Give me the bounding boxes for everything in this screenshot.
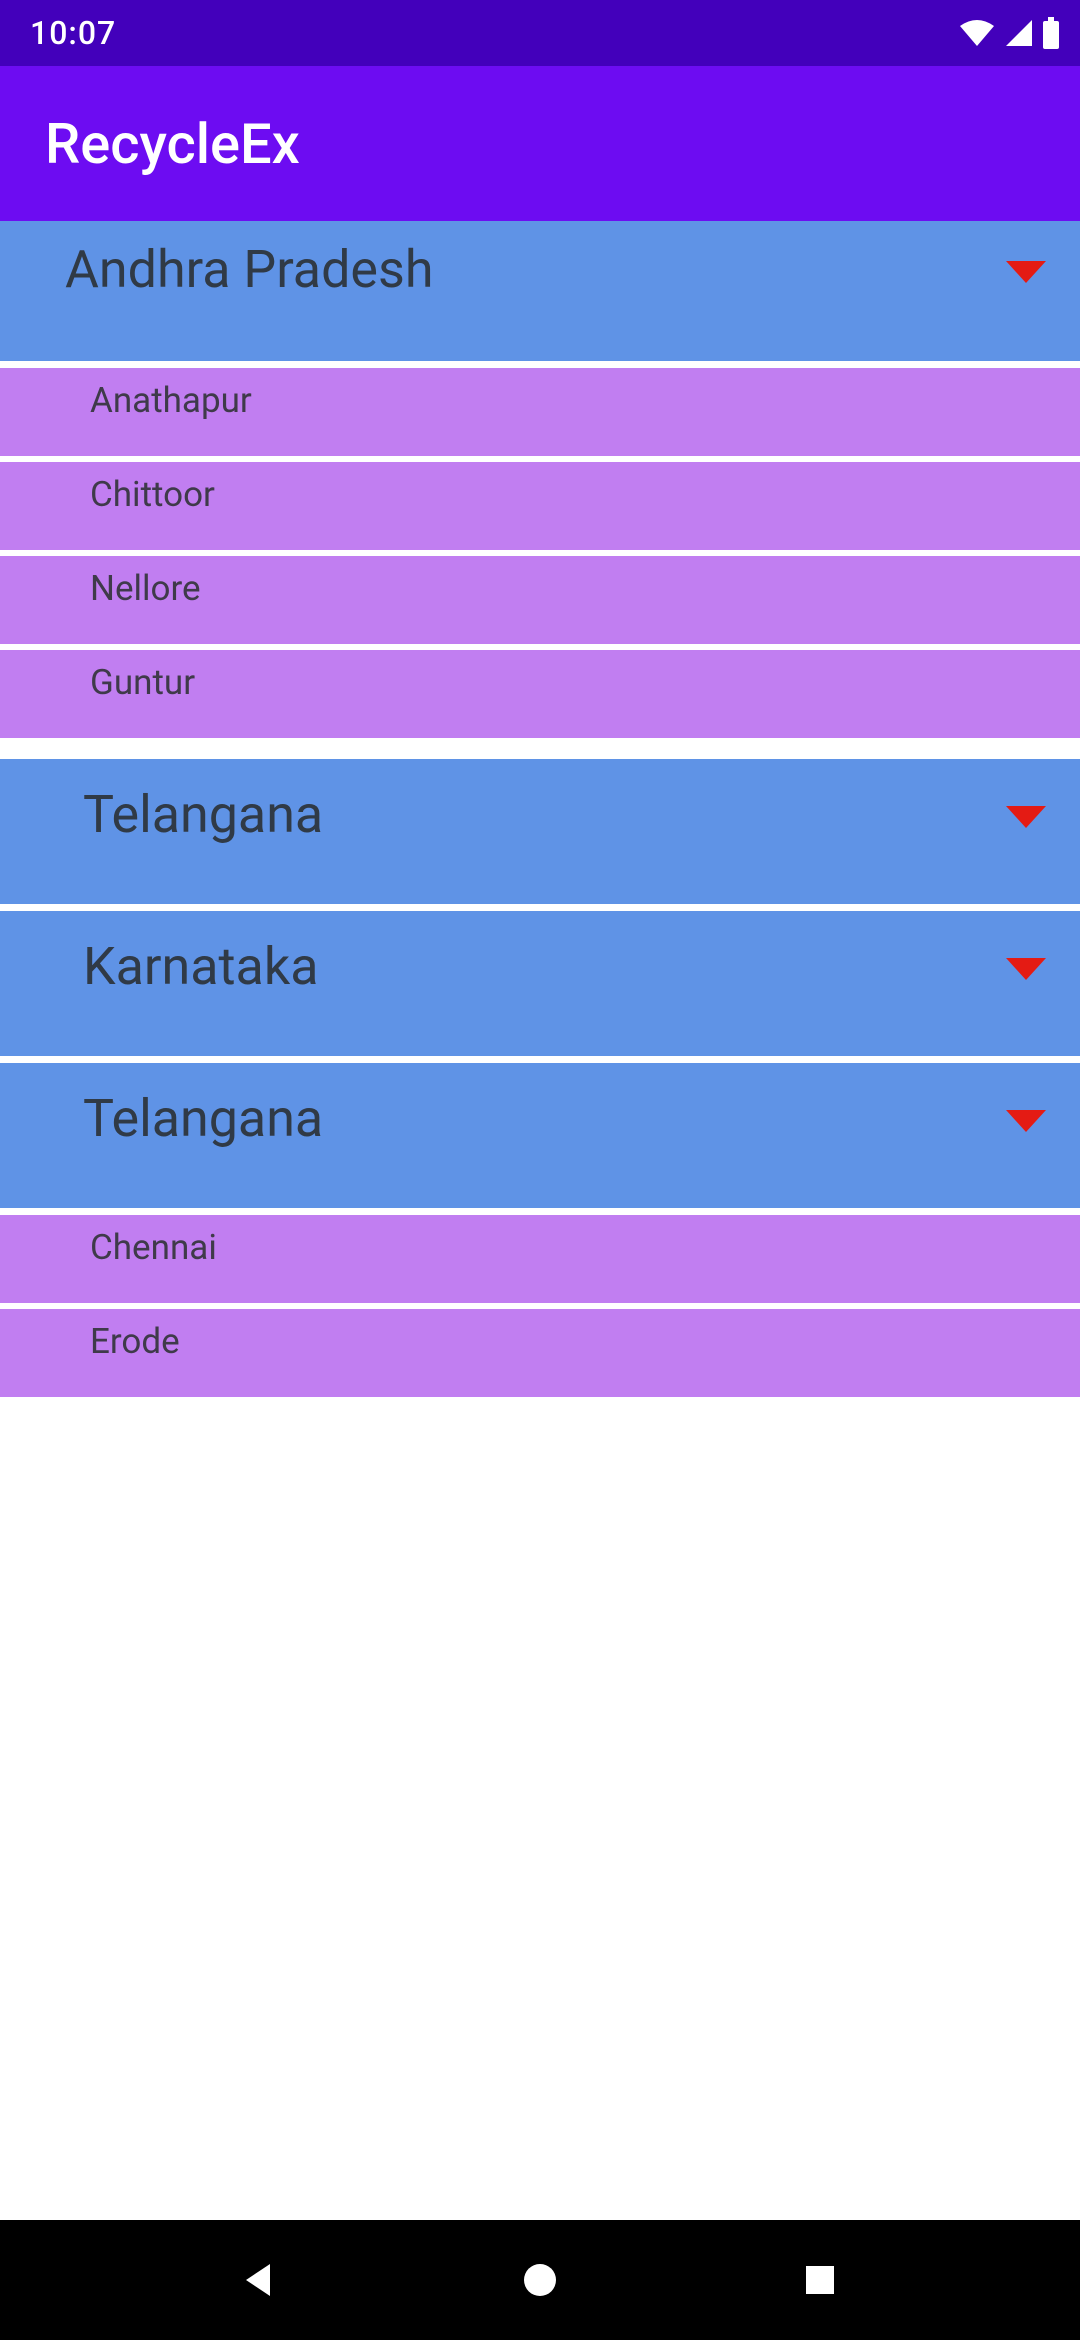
chevron-down-icon [1006,1110,1046,1132]
chevron-down-icon [1006,958,1046,980]
child-item-anathapur[interactable]: Anathapur [0,368,1080,456]
status-bar: 10:07 [0,0,1080,66]
child-item-nellore[interactable]: Nellore [0,556,1080,644]
wifi-icon [958,18,996,48]
group-title: Telangana [83,784,323,845]
group-title: Telangana [83,1088,323,1149]
nav-bar [0,2220,1080,2340]
status-icons [958,17,1060,49]
group-title: Andhra Pradesh [65,239,433,300]
status-time: 10:07 [30,14,116,52]
child-item-chittoor[interactable]: Chittoor [0,462,1080,550]
group-header-telangana-1[interactable]: Telangana [0,759,1080,904]
back-icon [240,2260,280,2300]
nav-home-button[interactable] [510,2250,570,2310]
home-icon [520,2260,560,2300]
child-label: Chittoor [90,474,1080,515]
app-bar: RecycleEx [0,66,1080,221]
group-header-andhra-pradesh[interactable]: Andhra Pradesh [0,221,1080,361]
child-item-guntur[interactable]: Guntur [0,650,1080,738]
child-label: Nellore [90,568,1080,609]
nav-recent-button[interactable] [790,2250,850,2310]
content-area: Andhra Pradesh Anathapur Chittoor Nellor… [0,221,1080,2220]
battery-icon [1042,17,1060,49]
child-label: Anathapur [90,380,1080,421]
child-label: Guntur [90,662,1080,703]
child-item-erode[interactable]: Erode [0,1309,1080,1397]
group-header-telangana-2[interactable]: Telangana [0,1063,1080,1208]
group-header-karnataka[interactable]: Karnataka [0,911,1080,1056]
recent-icon [802,2262,838,2298]
child-label: Chennai [90,1227,1080,1268]
group-title: Karnataka [83,936,318,997]
child-label: Erode [90,1321,1080,1362]
app-title: RecycleEx [45,111,300,177]
chevron-down-icon [1006,261,1046,283]
spacer [0,744,1080,759]
child-item-chennai[interactable]: Chennai [0,1215,1080,1303]
signal-icon [1004,18,1034,48]
chevron-down-icon [1006,806,1046,828]
nav-back-button[interactable] [230,2250,290,2310]
